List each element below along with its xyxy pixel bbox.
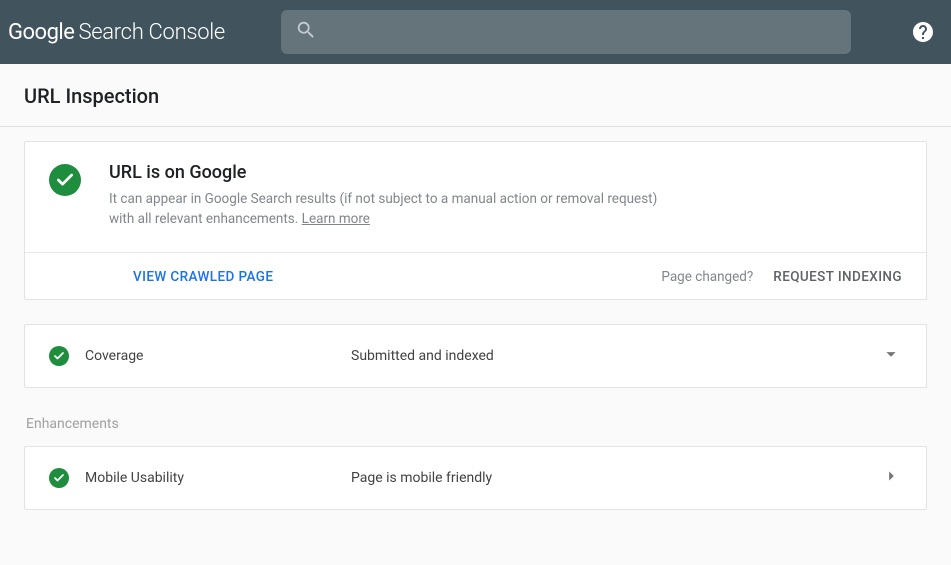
chevron-right-icon	[880, 465, 902, 491]
logo-google: Google	[8, 20, 74, 45]
status-section: URL is on Google It can appear in Google…	[25, 142, 926, 253]
action-row: VIEW CRAWLED PAGE Page changed? REQUEST …	[25, 253, 926, 299]
main-content: URL is on Google It can appear in Google…	[0, 127, 951, 524]
mobile-usability-value: Page is mobile friendly	[351, 470, 864, 486]
status-description: It can appear in Google Search results (…	[109, 189, 669, 230]
coverage-row[interactable]: Coverage Submitted and indexed	[24, 324, 927, 388]
logo-product: Search Console	[78, 20, 225, 45]
page-title: URL Inspection	[24, 84, 927, 108]
coverage-value: Submitted and indexed	[351, 348, 864, 364]
app-header: Google Search Console	[0, 0, 951, 64]
status-title: URL is on Google	[109, 162, 902, 183]
page-changed-label: Page changed?	[661, 269, 753, 285]
search-input[interactable]	[327, 23, 837, 41]
search-box[interactable]	[281, 10, 851, 54]
page-title-bar: URL Inspection	[0, 64, 951, 127]
enhancements-header: Enhancements	[26, 416, 927, 432]
coverage-label: Coverage	[85, 348, 335, 364]
help-button[interactable]	[911, 20, 935, 44]
check-circle-icon	[49, 468, 69, 488]
status-body: URL is on Google It can appear in Google…	[109, 162, 902, 230]
status-card: URL is on Google It can appear in Google…	[24, 141, 927, 300]
app-logo: Google Search Console	[8, 20, 225, 45]
check-circle-icon	[49, 346, 69, 366]
status-description-text: It can appear in Google Search results (…	[109, 191, 657, 227]
search-icon	[295, 19, 317, 45]
check-circle-icon	[49, 164, 81, 196]
view-crawled-page-button[interactable]: VIEW CRAWLED PAGE	[133, 269, 273, 285]
learn-more-link[interactable]: Learn more	[302, 211, 370, 227]
mobile-usability-row[interactable]: Mobile Usability Page is mobile friendly	[24, 446, 927, 510]
chevron-down-icon	[880, 343, 902, 369]
mobile-usability-label: Mobile Usability	[85, 470, 335, 486]
request-indexing-button[interactable]: REQUEST INDEXING	[773, 269, 902, 285]
